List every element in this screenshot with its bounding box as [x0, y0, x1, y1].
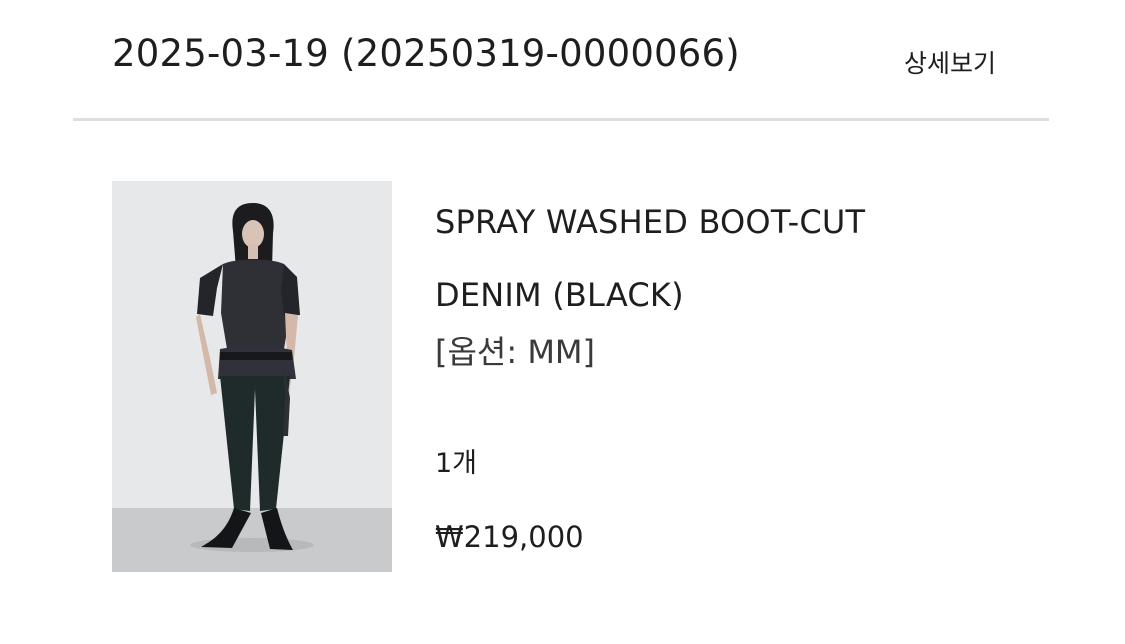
product-name[interactable]: SPRAY WASHED BOOT-CUT DENIM (BLACK) — [435, 186, 1055, 332]
product-image[interactable] — [112, 181, 392, 572]
product-name-line1: SPRAY WASHED BOOT-CUT — [435, 203, 866, 241]
product-info: SPRAY WASHED BOOT-CUT DENIM (BLACK) [옵션:… — [435, 186, 1055, 554]
product-photo-icon — [112, 181, 392, 572]
product-price: ₩219,000 — [435, 520, 584, 554]
order-header: 2025-03-19 (20250319-0000066) 상세보기 — [112, 26, 1012, 86]
product-quantity: 1개 — [435, 448, 478, 479]
view-details-link[interactable]: 상세보기 — [904, 44, 996, 84]
order-title: 2025-03-19 (20250319-0000066) — [112, 32, 740, 75]
product-name-line2: DENIM (BLACK) — [435, 276, 684, 314]
divider — [73, 118, 1049, 121]
product-option: [옵션: MM] — [435, 333, 596, 371]
